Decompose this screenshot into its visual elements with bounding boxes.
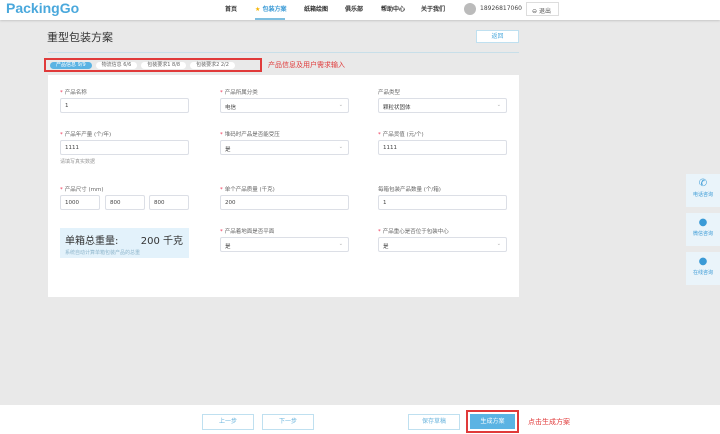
tab-packing-req-2[interactable]: 包装要求2 2/2 xyxy=(190,62,235,69)
per-box-input[interactable]: 1 xyxy=(378,195,507,210)
category-label: * 产品所属分类 xyxy=(220,90,258,96)
flat-label: * 产品着地面是否平面 xyxy=(220,229,275,235)
annotation-tabs: 产品信息及用户需求输入 xyxy=(268,61,345,69)
annual-input[interactable]: 1111 xyxy=(60,140,189,155)
name-input[interactable]: 1 xyxy=(60,98,189,113)
phone-consult-button[interactable]: ✆ 电话咨询 xyxy=(686,174,720,207)
total-weight-box: 单箱总重量: 200 千克 系统自动计算单箱包装产品的总重 xyxy=(60,228,189,258)
generate-button[interactable]: 生成方案 xyxy=(470,414,515,429)
tab-product-info[interactable]: 产品信息 9/9 xyxy=(50,62,92,69)
nav-help[interactable]: 帮助中心 xyxy=(381,4,405,13)
product-form: * 产品名称 1 * 产品所属分类 电信 ⌄ 产品类型 颗粒状固体 ⌄ * 产品年产量 (… xyxy=(48,75,519,297)
height-input[interactable]: 800 xyxy=(149,195,189,210)
phone-icon: ✆ xyxy=(698,178,708,189)
nav-club[interactable]: 俱乐部 xyxy=(345,4,363,13)
generate-highlight: 生成方案 xyxy=(466,410,519,433)
header: PackingGo 首页 ★ 包装方案 纸箱绘图 俱乐部 帮助中心 关于我们 1… xyxy=(0,0,720,20)
stack-select[interactable]: 是 ⌄ xyxy=(220,140,349,155)
flat-select[interactable]: 是 ⌄ xyxy=(220,237,349,252)
step-tabs: 产品信息 9/9 物流信息 6/6 包装要求1 8/8 包装要求2 2/2 xyxy=(44,58,262,72)
chevron-down-icon: ⌄ xyxy=(338,241,343,247)
page-title: 重型包装方案 xyxy=(47,31,113,44)
footer-bar: 上一步 下一步 保存草稿 生成方案 点击生成方案 xyxy=(0,405,720,434)
nav-about[interactable]: 关于我们 xyxy=(421,4,445,13)
chevron-down-icon: ⌄ xyxy=(338,144,343,150)
nav-label: 包装方案 xyxy=(262,6,287,13)
total-weight-value: 200 千克 xyxy=(140,236,183,247)
total-weight-hint: 系统自动计算单箱包装产品的总重 xyxy=(65,250,141,256)
stack-label: * 堆码时产品是否能受压 xyxy=(220,132,280,138)
annual-hint: 请填写真实数据 xyxy=(60,159,96,165)
chevron-down-icon: ⌄ xyxy=(496,102,501,108)
size-label: * 产品尺寸 (mm) xyxy=(60,187,104,193)
chevron-down-icon: ⌄ xyxy=(338,102,343,108)
logo[interactable]: PackingGo xyxy=(6,0,79,16)
annotation-generate: 点击生成方案 xyxy=(528,418,570,426)
wechat-consult-button[interactable]: ● 微信咨询 xyxy=(686,213,720,246)
chevron-down-icon: ⌄ xyxy=(496,241,501,247)
online-consult-button[interactable]: ● 在线咨询 xyxy=(686,252,720,285)
price-label: * 产品货值 (元/个) xyxy=(378,132,424,138)
side-label: 电话咨询 xyxy=(692,192,713,198)
tab-logistics-info[interactable]: 物流信息 6/6 xyxy=(95,62,138,69)
logout-icon: ⊖ xyxy=(532,8,539,15)
wechat-icon: ● xyxy=(698,217,708,228)
nav-home[interactable]: 首页 xyxy=(225,4,237,13)
side-label: 在线咨询 xyxy=(692,270,713,276)
divider xyxy=(48,52,519,53)
avatar[interactable] xyxy=(464,3,476,15)
tab-packing-req-1[interactable]: 包装要求1 8/8 xyxy=(141,62,187,69)
prev-button[interactable]: 上一步 xyxy=(202,414,254,430)
logout-label: 退出 xyxy=(538,8,551,15)
save-draft-button[interactable]: 保存草稿 xyxy=(408,414,460,430)
nav-carton-drawing[interactable]: 纸箱绘图 xyxy=(304,4,328,13)
user-phone[interactable]: 18926817060 xyxy=(480,5,522,12)
name-label: * 产品名称 xyxy=(60,90,87,96)
category-select[interactable]: 电信 ⌄ xyxy=(220,98,349,113)
length-input[interactable]: 1000 xyxy=(60,195,100,210)
annual-label: * 产品年产量 (个/年) xyxy=(60,132,112,138)
center-label: * 产品重心是否位于包装中心 xyxy=(378,229,449,235)
logout-button[interactable]: ⊖ 退出 xyxy=(526,2,559,16)
type-select[interactable]: 颗粒状固体 ⌄ xyxy=(378,98,507,113)
width-input[interactable]: 800 xyxy=(105,195,145,210)
unit-weight-input[interactable]: 200 xyxy=(220,195,349,210)
type-label: 产品类型 xyxy=(378,90,401,96)
side-label: 微信咨询 xyxy=(692,231,713,237)
next-button[interactable]: 下一步 xyxy=(262,414,314,430)
per-box-label: 每箱包装产品数量 (个/箱) xyxy=(378,187,441,193)
nav-packing-plan[interactable]: ★ 包装方案 xyxy=(255,4,286,13)
center-select[interactable]: 是 ⌄ xyxy=(378,237,507,252)
return-button[interactable]: 返回 xyxy=(476,30,519,43)
price-input[interactable]: 1111 xyxy=(378,140,507,155)
chat-icon: ● xyxy=(698,256,708,267)
unit-weight-label: * 单个产品质量 (千克) xyxy=(220,187,275,193)
active-indicator xyxy=(255,18,285,20)
